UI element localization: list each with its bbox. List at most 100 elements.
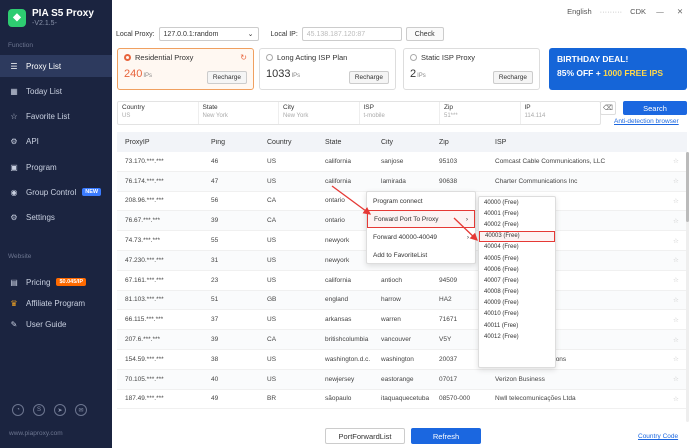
- table-row[interactable]: 81.103.***.***51GBenglandharrowHA2d☆: [117, 290, 687, 311]
- close-button[interactable]: ✕: [674, 7, 686, 16]
- favorite-star-icon[interactable]: ☆: [673, 395, 687, 403]
- birthday-deal-banner[interactable]: BIRTHDAY DEAL! 85% OFF + 1000 FREE IPS: [549, 48, 687, 90]
- favorite-star-icon[interactable]: ☆: [673, 355, 687, 363]
- recharge-button-static-isp[interactable]: Recharge: [492, 71, 533, 84]
- port-option[interactable]: 40003 (Free): [479, 230, 555, 242]
- table-row[interactable]: 207.6.***.*** 39 CA britishcolumbia vancouve…: [117, 330, 687, 350]
- menu-program-connect[interactable]: Program connect: [367, 192, 475, 210]
- header-zip[interactable]: Zip: [431, 139, 487, 146]
- radio-icon[interactable]: [410, 54, 417, 61]
- social-links: ◔ S ➤ ✉: [12, 404, 87, 416]
- menu-add-to-favoritelist[interactable]: Add to FavoriteList: [367, 246, 475, 264]
- table-row[interactable]: 154.59.***.*** 38 US washington.d.c. washing…: [117, 350, 687, 370]
- port-option[interactable]: 40000 (Free): [479, 197, 555, 208]
- email-icon[interactable]: ✉: [75, 404, 87, 416]
- favorite-star-icon[interactable]: ☆: [673, 336, 687, 344]
- sidebar-item-today-list[interactable]: ▦ Today List: [0, 80, 112, 102]
- refresh-button[interactable]: Refresh: [411, 428, 481, 444]
- favorite-star-icon[interactable]: ☆: [673, 177, 687, 185]
- sidebar-item-pricing[interactable]: ▤ Pricing $0.045/IP: [0, 271, 112, 293]
- table-row[interactable]: 67.161.***.*** 23 US california antioch 94509…: [117, 271, 687, 291]
- favorite-star-icon[interactable]: ☆: [673, 316, 687, 324]
- filter-city[interactable]: City New York: [279, 102, 360, 124]
- sidebar-item-program[interactable]: ▣ Program: [0, 156, 112, 178]
- favorite-star-icon[interactable]: ☆: [673, 217, 687, 225]
- discord-icon[interactable]: ◔: [12, 404, 24, 416]
- card-residential-proxy[interactable]: Residential Proxy 240IPs ↻ Recharge: [117, 48, 254, 90]
- recharge-button-residential[interactable]: Recharge: [206, 71, 247, 84]
- card-static-isp[interactable]: Static ISP Proxy 2IPs Recharge: [403, 48, 540, 90]
- radio-icon[interactable]: [266, 54, 273, 61]
- port-option[interactable]: 40009 (Free): [479, 298, 555, 309]
- header-city[interactable]: City: [373, 139, 431, 146]
- scrollbar-thumb[interactable]: [686, 152, 689, 222]
- sidebar-item-api[interactable]: ⚙ API: [0, 130, 112, 152]
- table-row[interactable]: 66.115.***.*** 37 US arkansas warren 71671 ☆: [117, 310, 687, 331]
- filter-country[interactable]: Country US: [118, 102, 199, 124]
- table-row[interactable]: 76.174.***.*** 47 US california lamirada 9063…: [117, 171, 687, 192]
- filter-zip[interactable]: Zip 51***: [440, 102, 521, 124]
- port-option[interactable]: 40004 (Free): [479, 242, 555, 253]
- header-isp[interactable]: ISP: [487, 139, 673, 146]
- filter-isp[interactable]: ISP t-mobile: [360, 102, 440, 124]
- user-account[interactable]: ·········: [600, 7, 622, 16]
- clear-filter-button[interactable]: ⌫: [600, 101, 616, 115]
- sidebar-item-user-guide[interactable]: ✎ User Guide: [0, 313, 112, 335]
- port-forward-list-button[interactable]: PortForwardList: [325, 428, 405, 444]
- port-option[interactable]: 40006 (Free): [479, 264, 555, 275]
- cell-country: US: [267, 316, 277, 324]
- recharge-button-isp-plan[interactable]: Recharge: [348, 71, 389, 84]
- language-selector[interactable]: English: [567, 7, 592, 16]
- favorite-star-icon[interactable]: ☆: [673, 157, 687, 165]
- sidebar-item-favorite-list[interactable]: ☆ Favorite List: [0, 105, 112, 127]
- search-button[interactable]: Search: [623, 101, 687, 115]
- cell-state: newyork: [325, 237, 350, 245]
- header-ping[interactable]: Ping: [203, 139, 259, 146]
- filter-ip[interactable]: IP 114.114: [521, 102, 601, 124]
- favorite-star-icon[interactable]: ☆: [673, 375, 687, 383]
- port-option[interactable]: 40012 (Free): [479, 331, 555, 342]
- sidebar-item-group-control[interactable]: ◉ Group Control NEW: [0, 181, 112, 203]
- favorite-star-icon[interactable]: ☆: [673, 256, 687, 264]
- table-row[interactable]: 73.170.***.*** 46 US california sanjose 95103…: [117, 152, 687, 172]
- cell-isp: Verizon Business: [495, 375, 545, 383]
- port-option[interactable]: 40010 (Free): [479, 309, 555, 320]
- port-option[interactable]: 40002 (Free): [479, 219, 555, 230]
- table-row[interactable]: 187.49.***.*** 49 BR sãopaulo itaquaquecetub…: [117, 390, 687, 410]
- cell-proxyip: 208.96.***.***: [125, 197, 164, 205]
- cell-isp: Nwll telecomunicações Ltda: [495, 395, 576, 403]
- cell-proxyip: 76.67.***.***: [125, 217, 161, 225]
- sidebar-item-proxy-list[interactable]: ☰ Proxy List: [0, 55, 112, 77]
- country-code-link[interactable]: Country Code: [638, 433, 678, 440]
- card-long-acting-isp[interactable]: Long Acting ISP Plan 1033IPs Recharge: [259, 48, 396, 90]
- port-option[interactable]: 40005 (Free): [479, 253, 555, 264]
- favorite-star-icon[interactable]: ☆: [673, 276, 687, 284]
- sidebar-item-settings[interactable]: ⚙ Settings: [0, 206, 112, 228]
- port-option[interactable]: 40011 (Free): [479, 320, 555, 331]
- menu-forward-port-to-proxy[interactable]: Forward Port To Proxy ›: [367, 210, 475, 228]
- radio-selected-icon[interactable]: [124, 54, 131, 61]
- anti-detection-browser-link[interactable]: Anti-detection browser: [614, 118, 679, 125]
- sidebar-item-affiliate-program[interactable]: ♛ Affiliate Program: [0, 292, 112, 314]
- favorite-star-icon[interactable]: ☆: [673, 296, 687, 304]
- filter-state[interactable]: State New York: [199, 102, 279, 124]
- table-row[interactable]: 70.105.***.*** 40 US newjersey eastorange 070…: [117, 369, 687, 390]
- skype-icon[interactable]: S: [33, 404, 45, 416]
- refresh-icon[interactable]: ↻: [240, 53, 247, 62]
- favorite-star-icon[interactable]: ☆: [673, 237, 687, 245]
- header-proxyip[interactable]: ProxyIP: [117, 139, 203, 146]
- telegram-icon[interactable]: ➤: [54, 404, 66, 416]
- local-proxy-select[interactable]: 127.0.0.1:random ⌄: [158, 27, 259, 41]
- cell-state: washington.d.c.: [325, 355, 371, 363]
- minimize-button[interactable]: —: [654, 7, 666, 16]
- header-state[interactable]: State: [317, 139, 373, 146]
- port-option[interactable]: 40007 (Free): [479, 275, 555, 286]
- port-option[interactable]: 40001 (Free): [479, 208, 555, 219]
- cdk-button[interactable]: CDK: [630, 7, 646, 16]
- favorite-star-icon[interactable]: ☆: [673, 197, 687, 205]
- menu-forward-range[interactable]: Forward 40000-40049 ›: [367, 228, 475, 246]
- site-url[interactable]: www.piaproxy.com: [9, 430, 63, 437]
- header-country[interactable]: Country: [259, 139, 317, 146]
- check-button[interactable]: Check: [405, 27, 444, 41]
- port-option[interactable]: 40008 (Free): [479, 287, 555, 298]
